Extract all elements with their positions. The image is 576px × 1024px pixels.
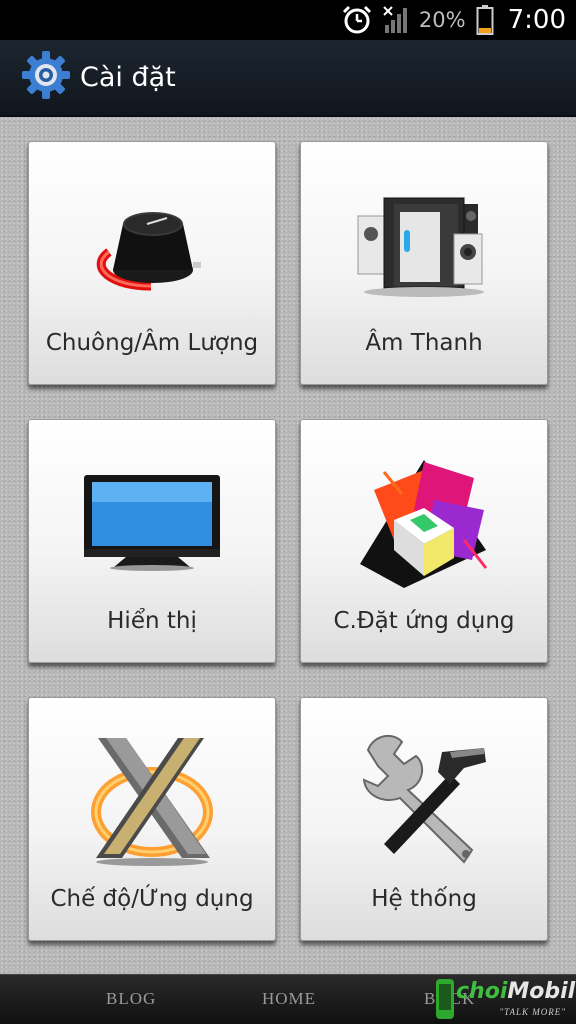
tile-label: C.Đặt ứng dụng (333, 608, 515, 634)
speakers-icon (344, 172, 504, 312)
monitor-icon (72, 450, 232, 590)
tile-mode-apps[interactable]: Chế độ/Ứng dụng (28, 697, 276, 941)
x-logo-icon (72, 728, 232, 868)
bottom-nav: BLOG HOME BACK choiMobile "TALK MORE" (0, 974, 576, 1024)
tile-label: Hiển thị (107, 608, 197, 634)
settings-gear-icon[interactable] (20, 49, 72, 106)
page-title: Cài đặt (80, 62, 176, 93)
tile-label: Chuông/Âm Lượng (45, 330, 259, 356)
battery-percent: 20% (418, 8, 466, 32)
tile-display[interactable]: Hiển thị (28, 419, 276, 663)
watermark-brand: choiMobile (456, 979, 576, 1004)
cubes-icon (344, 450, 504, 590)
tile-app-settings[interactable]: C.Đặt ứng dụng (300, 419, 548, 663)
tile-label: Âm Thanh (365, 330, 483, 356)
tile-sound[interactable]: Âm Thanh (300, 141, 548, 385)
tools-icon (344, 728, 504, 868)
watermark-tagline: "TALK MORE" (499, 1007, 566, 1017)
alarm-clock-icon (341, 4, 373, 36)
battery-icon (476, 4, 494, 36)
tile-label: Chế độ/Ứng dụng (50, 886, 254, 912)
status-bar: 20% 7:00 (0, 0, 576, 40)
tile-volume[interactable]: Chuông/Âm Lượng (28, 141, 276, 385)
settings-grid: Chuông/Âm Lượng Âm Thanh Hiển thị C.Đặt … (0, 117, 576, 974)
action-bar: Cài đặt (0, 40, 576, 117)
volume-knob-icon (72, 172, 232, 312)
tile-label: Hệ thống (371, 886, 477, 912)
watermark-logo: choiMobile "TALK MORE" (430, 975, 576, 1024)
signal-icon (383, 5, 409, 35)
status-time: 7:00 (507, 5, 566, 35)
tile-system[interactable]: Hệ thống (300, 697, 548, 941)
nav-blog[interactable]: BLOG (106, 989, 156, 1009)
nav-home[interactable]: HOME (262, 989, 316, 1009)
